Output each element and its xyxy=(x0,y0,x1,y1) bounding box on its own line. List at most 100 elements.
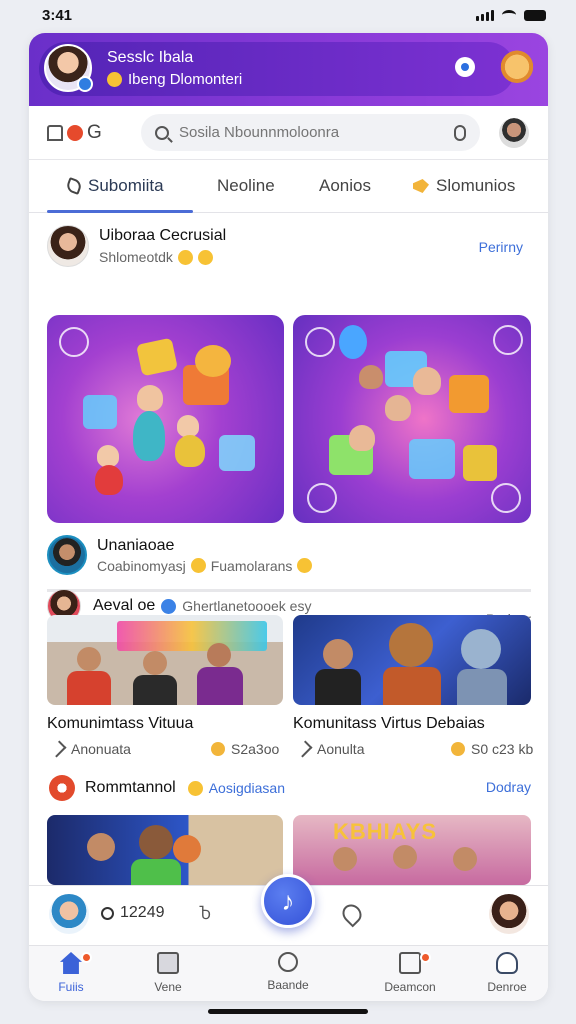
search-bar[interactable] xyxy=(141,114,480,151)
author-subtitle-text: Coabinomyasj xyxy=(97,557,186,574)
character-body xyxy=(131,859,181,885)
home-icon xyxy=(60,952,82,974)
brand-letter: G xyxy=(87,121,102,143)
tab-aonios[interactable]: Aonios xyxy=(319,160,371,213)
author-avatar[interactable] xyxy=(47,225,89,267)
share-icon[interactable]: Ⴆ xyxy=(199,904,211,924)
pen-icon xyxy=(65,177,83,195)
card-title[interactable]: Komunitass Virtus Debaias xyxy=(293,715,485,733)
author-name[interactable]: Rommtannol xyxy=(85,779,176,797)
author-name[interactable]: Uiboraa Cecrusial xyxy=(99,227,226,245)
tab-label: Aonios xyxy=(319,176,371,195)
card-meta-text: S2a3oo xyxy=(231,741,280,757)
post-action-link[interactable]: Perirny xyxy=(479,239,523,255)
coin-icon xyxy=(211,742,225,756)
verified-icon xyxy=(161,598,177,614)
community-photo[interactable] xyxy=(47,615,283,705)
nav-inbox[interactable]: Deamcon xyxy=(370,952,450,994)
character-head xyxy=(349,425,375,451)
microphone-icon[interactable] xyxy=(454,124,466,141)
emoji-icon xyxy=(177,249,193,265)
character-face xyxy=(461,629,501,669)
verified-icon xyxy=(77,76,93,92)
share-glyph: Ⴆ xyxy=(199,906,212,923)
tab-label: Neoline xyxy=(217,176,275,195)
card-meta-2: S0 c23 kb xyxy=(451,741,533,757)
feed: Uiboraa Cecrusial Shlomeotdk Perirny Una… xyxy=(29,215,548,885)
signal-icon xyxy=(476,9,494,21)
tab-neoline[interactable]: Neoline xyxy=(217,160,275,213)
media-tile[interactable] xyxy=(293,315,531,523)
person-face xyxy=(323,639,353,669)
banner-decoration xyxy=(117,621,267,651)
tag-icon xyxy=(413,179,429,193)
character-body xyxy=(133,411,165,461)
post-action-link[interactable]: Dodray xyxy=(486,779,531,795)
author-subtitle: Shlomeotdk xyxy=(99,249,226,265)
post-header: Aeval oe Ghertlanetoooek esy Podnar xyxy=(47,573,531,627)
character-head xyxy=(137,385,163,411)
emoji-icon xyxy=(197,249,213,265)
author-subtitle-text-2: Fuamolarans xyxy=(210,557,293,574)
create-button[interactable]: ♪ xyxy=(261,874,315,928)
card-title[interactable]: Komunimtass Vituua xyxy=(47,715,193,733)
app-window: Sesslc Ibala Ibeng Dlomonteri G Subomiit… xyxy=(29,33,548,1001)
user-avatar[interactable] xyxy=(499,118,529,148)
bear-character xyxy=(195,345,231,377)
tab-subomiita[interactable]: Subomiita xyxy=(65,160,164,213)
coin-icon xyxy=(451,742,465,756)
search-icon xyxy=(278,952,298,972)
search-input[interactable] xyxy=(179,124,444,141)
record-button[interactable] xyxy=(455,57,475,77)
notification-badge xyxy=(420,952,431,963)
author-name[interactable]: Unaniaoae xyxy=(97,537,312,555)
character-head xyxy=(359,365,383,389)
location-pin-icon[interactable] xyxy=(338,900,366,928)
author-tag[interactable]: Aosigdiasan xyxy=(209,780,285,796)
bottom-navigation: Fuiis Vene Baande Deamcon Denroe xyxy=(29,945,548,1001)
friend-avatar[interactable] xyxy=(489,894,529,934)
character-body xyxy=(457,669,507,705)
emoji-icon xyxy=(297,558,313,573)
video-grid-icon xyxy=(157,952,179,974)
music-icon xyxy=(307,483,337,513)
character-head xyxy=(385,395,411,421)
card-meta-text: Aonulta xyxy=(317,741,365,757)
music-icon xyxy=(59,327,89,357)
arrow-icon xyxy=(49,740,67,758)
community-photo[interactable]: KBHIAYS xyxy=(293,815,531,885)
author-avatar[interactable] xyxy=(49,775,75,801)
nav-search[interactable]: Baande xyxy=(248,952,328,992)
profile-icon xyxy=(496,952,518,974)
community-photo[interactable] xyxy=(47,815,283,885)
battery-icon xyxy=(524,9,546,21)
person-face xyxy=(87,833,115,861)
mascot-icon[interactable] xyxy=(499,47,535,83)
media-tile[interactable] xyxy=(47,315,284,523)
nav-video[interactable]: Vene xyxy=(128,952,208,994)
clock-icon xyxy=(101,906,114,920)
banner-text: KBHIAYS xyxy=(333,819,437,844)
my-avatar[interactable] xyxy=(49,894,89,934)
brand-logo[interactable]: G xyxy=(47,122,102,144)
community-photo[interactable] xyxy=(293,615,531,705)
person-body xyxy=(133,675,177,705)
post-header: Unaniaoae Coabinomyasj Fuamolarans xyxy=(47,535,531,575)
cube-shape xyxy=(449,375,489,413)
author-avatar[interactable] xyxy=(47,535,87,575)
nav-profile[interactable]: Denroe xyxy=(467,952,547,994)
card-meta: Aonulta xyxy=(295,740,365,758)
person-face xyxy=(143,651,167,675)
view-counter: 12249 xyxy=(101,904,165,922)
profile-avatar[interactable] xyxy=(44,44,93,92)
tab-slomunios[interactable]: Slomunios xyxy=(413,160,515,213)
search-icon xyxy=(155,125,169,140)
home-indicator[interactable] xyxy=(208,1009,368,1014)
cube-shape xyxy=(463,445,497,481)
tab-label: Slomunios xyxy=(436,176,516,195)
nav-label: Denroe xyxy=(487,980,527,994)
person-face xyxy=(333,847,357,871)
author-name[interactable]: Aeval oe xyxy=(93,597,155,615)
sparkle-icon xyxy=(491,483,521,513)
nav-home[interactable]: Fuiis xyxy=(31,952,111,994)
